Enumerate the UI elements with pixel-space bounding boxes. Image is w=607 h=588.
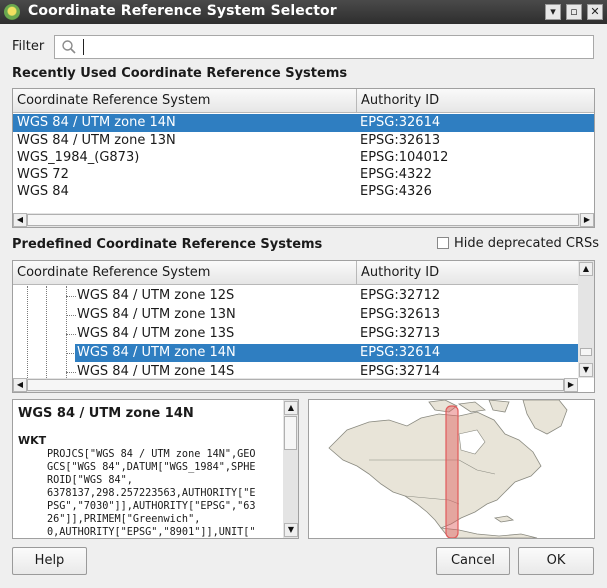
window-title: Coordinate Reference System Selector: [28, 3, 337, 19]
recent-horizontal-scrollbar[interactable]: ◀ ▶: [13, 213, 594, 227]
scroll-right-arrow-icon[interactable]: ▶: [580, 213, 594, 227]
predefined-row-selected[interactable]: WGS 84 / UTM zone 14N EPSG:32614: [75, 344, 578, 362]
scroll-up-arrow-icon[interactable]: ▲: [284, 401, 298, 415]
wkt-line: ROID["WGS 84",: [47, 475, 133, 486]
column-header-authority-id[interactable]: Authority ID: [357, 261, 578, 285]
filter-input[interactable]: [54, 35, 594, 59]
scroll-down-arrow-icon[interactable]: ▼: [579, 363, 593, 377]
recent-row[interactable]: WGS 84 / UTM zone 13N EPSG:32613: [13, 132, 594, 150]
filter-label: Filter: [12, 39, 45, 54]
search-icon: [62, 40, 76, 54]
predefined-section-title: Predefined Coordinate Reference Systems: [12, 237, 323, 252]
wkt-heading: WKT: [18, 434, 47, 447]
predefined-row[interactable]: WGS 84 / UTM zone 13N EPSG:32613: [75, 306, 578, 324]
authority-id: EPSG:32613: [360, 133, 441, 148]
recent-section-title: Recently Used Coordinate Reference Syste…: [12, 66, 348, 81]
authority-id: EPSG:104012: [360, 150, 449, 165]
details-vertical-scrollbar[interactable]: ▲ ▼: [283, 400, 298, 538]
help-button[interactable]: Help: [12, 547, 87, 575]
crs-name: WGS 72: [17, 167, 69, 182]
wkt-line: PSG","7030"]],AUTHORITY["EPSG","63: [47, 501, 256, 512]
crs-name: WGS 84 / UTM zone 13N: [77, 307, 236, 322]
predefined-horizontal-scrollbar[interactable]: ◀ ▶: [13, 378, 578, 392]
wkt-line: 0,AUTHORITY["EPSG","8901"]],UNIT[": [47, 527, 256, 538]
column-header-authority-id[interactable]: Authority ID: [357, 89, 594, 113]
predefined-crs-tree[interactable]: Coordinate Reference System Authority ID…: [12, 260, 595, 393]
world-map-preview: [309, 400, 594, 538]
recent-row[interactable]: WGS_1984_(G873) EPSG:104012: [13, 149, 594, 167]
scrollbar-thumb[interactable]: [27, 379, 564, 391]
scrollbar-thumb[interactable]: [27, 214, 579, 226]
wkt-line: 26"]],PRIMEM["Greenwich",: [47, 514, 201, 525]
authority-id: EPSG:4326: [360, 184, 432, 199]
crs-name: WGS 84 / UTM zone 14N: [17, 115, 176, 130]
title-bar[interactable]: Coordinate Reference System Selector ▾ ▫…: [0, 0, 607, 24]
crs-extent-map: [308, 399, 595, 539]
scroll-left-arrow-icon[interactable]: ◀: [13, 213, 27, 227]
tree-guide-line: [27, 286, 28, 378]
maximize-button[interactable]: ▫: [566, 4, 582, 20]
scroll-left-arrow-icon[interactable]: ◀: [13, 378, 27, 392]
authority-id: EPSG:32613: [360, 307, 441, 322]
authority-id: EPSG:32712: [360, 288, 441, 303]
recent-row[interactable]: WGS 84 / UTM zone 14N EPSG:32614: [13, 114, 594, 132]
scrollbar-thumb[interactable]: [580, 348, 592, 356]
wkt-line: GCS["WGS 84",DATUM["WGS_1984",SPHE: [47, 462, 256, 473]
predefined-table-header: Coordinate Reference System Authority ID: [13, 261, 578, 285]
text-cursor: [83, 39, 84, 55]
scrollbar-thumb[interactable]: [284, 416, 297, 450]
qgis-app-icon: [4, 4, 20, 20]
tree-guide-line: [66, 286, 67, 378]
crs-name: WGS 84: [17, 184, 69, 199]
scroll-up-arrow-icon[interactable]: ▲: [579, 262, 593, 276]
crs-extent-band: [445, 405, 459, 538]
column-header-crs[interactable]: Coordinate Reference System: [13, 261, 356, 285]
hide-deprecated-checkbox[interactable]: [437, 237, 449, 249]
predefined-row[interactable]: WGS 84 / UTM zone 13S EPSG:32713: [75, 325, 578, 343]
cancel-button[interactable]: Cancel: [436, 547, 510, 575]
crs-details-panel[interactable]: WGS 84 / UTM zone 14N WKT PROJCS["WGS 84…: [12, 399, 299, 539]
crs-name: WGS 84 / UTM zone 13N: [17, 133, 176, 148]
crs-name: WGS 84 / UTM zone 14N: [77, 345, 236, 360]
crs-name: WGS 84 / UTM zone 12S: [77, 288, 235, 303]
close-button[interactable]: ✕: [587, 4, 603, 20]
predefined-row[interactable]: WGS 84 / UTM zone 12S EPSG:32712: [75, 287, 578, 305]
scroll-down-arrow-icon[interactable]: ▼: [284, 523, 298, 537]
crs-name: WGS_1984_(G873): [17, 150, 140, 165]
hide-deprecated-label[interactable]: Hide deprecated CRSs: [454, 236, 599, 251]
recent-crs-table[interactable]: Coordinate Reference System Authority ID…: [12, 88, 595, 228]
recent-row[interactable]: WGS 72 EPSG:4322: [13, 166, 594, 184]
authority-id: EPSG:4322: [360, 167, 432, 182]
scroll-right-arrow-icon[interactable]: ▶: [564, 378, 578, 392]
recent-row[interactable]: WGS 84 EPSG:4326: [13, 183, 594, 201]
wkt-line: PROJCS["WGS 84 / UTM zone 14N",GEO: [47, 449, 256, 460]
recent-table-header: Coordinate Reference System Authority ID: [13, 89, 594, 113]
tree-guide-line: [46, 286, 47, 378]
ok-button[interactable]: OK: [518, 547, 594, 575]
column-header-crs[interactable]: Coordinate Reference System: [13, 89, 356, 113]
crs-name: WGS 84 / UTM zone 13S: [77, 326, 235, 341]
crs-details-name: WGS 84 / UTM zone 14N: [18, 406, 194, 421]
authority-id: EPSG:32713: [360, 326, 441, 341]
authority-id: EPSG:32614: [360, 115, 441, 130]
wkt-line: 6378137,298.257223563,AUTHORITY["E: [47, 488, 256, 499]
minimize-button[interactable]: ▾: [545, 4, 561, 20]
predefined-vertical-scrollbar[interactable]: ▲ ▼: [578, 261, 594, 378]
authority-id: EPSG:32614: [360, 345, 441, 360]
wkt-text: PROJCS["WGS 84 / UTM zone 14N",GEO GCS["…: [47, 448, 256, 538]
